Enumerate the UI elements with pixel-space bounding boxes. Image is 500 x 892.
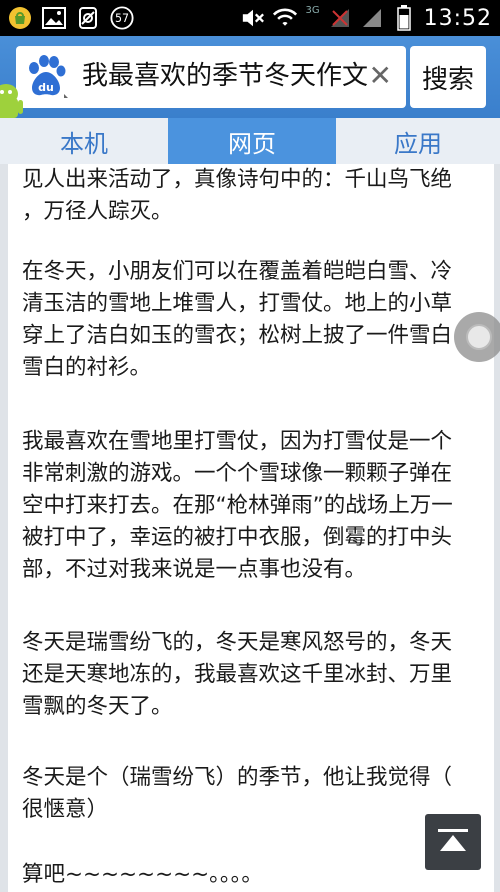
signal-icon-2 [360,6,384,30]
article-content[interactable]: 见人出来活动了，真像诗句中的：千山鸟飞绝 ，万径人踪灭。 在冬天，小朋友们可以在… [8,164,494,892]
shopping-bag-icon [8,6,32,30]
mute-icon [241,6,265,30]
clock: 13:52 [423,5,492,31]
clear-icon[interactable]: ✕ [369,56,392,96]
no-sim-icon [76,6,100,30]
article-paragraph: 冬天是个（瑞雪纷飞）的季节，他让我觉得（ 很惬意） [22,765,453,822]
search-header: du 我最喜欢的季节冬天作文 ✕ 搜索 [0,36,500,118]
article-paragraph: 冬天是瑞雪纷飞的，冬天是寒风怒号的，冬天 还是天寒地冻的，我最喜欢这千里冰封、万… [22,630,453,719]
search-button[interactable]: 搜索 [410,46,486,108]
tab-local[interactable]: 本机 [0,118,168,164]
status-bar: 57 3G 13:52 [0,0,500,36]
wifi-icon [273,6,298,30]
back-to-top-button[interactable] [425,814,481,870]
system-status-icons: 3G 13:52 [241,4,492,32]
search-scope-tabs: 本机 网页 应用 [0,118,500,164]
badge-value: 57 [115,12,129,25]
notification-icons: 57 [8,6,134,30]
article-paragraph: 我最喜欢在雪地里打雪仗，因为打雪仗是一个 非常刺激的游戏。一个个雪球像一颗颗子弹… [22,429,453,582]
search-box[interactable]: du 我最喜欢的季节冬天作文 ✕ [16,46,406,108]
signal-icon-1 [328,6,352,30]
baidu-logo-icon[interactable]: du [22,54,70,100]
back-to-top-icon [438,829,468,851]
battery-icon [392,5,416,31]
article-paragraph: 算吧~~~~~~~~。。。。 [22,862,263,887]
image-icon [42,6,66,30]
network-type: 3G [305,4,320,16]
svg-text:du: du [38,81,54,94]
search-input[interactable]: 我最喜欢的季节冬天作文 [82,56,368,96]
article-paragraph: 在冬天，小朋友们可以在覆盖着皑皑白雪、冷 清玉洁的雪地上堆雪人，打雪仗。地上的小… [22,259,453,380]
article-paragraph: 见人出来活动了，真像诗句中的：千山鸟飞绝 ，万径人踪灭。 [22,167,453,224]
tab-apps[interactable]: 应用 [336,118,500,164]
tab-web[interactable]: 网页 [168,118,336,164]
floating-scroll-handle[interactable] [454,312,500,362]
battery-percent-badge-icon: 57 [110,6,134,30]
